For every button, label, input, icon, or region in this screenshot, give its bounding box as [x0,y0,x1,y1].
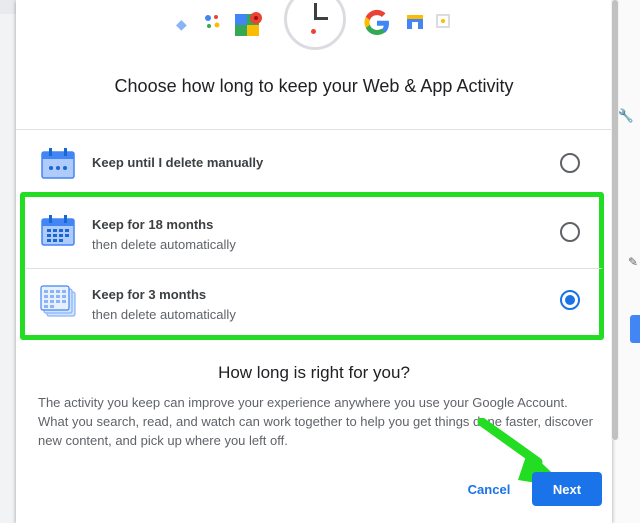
photo-icon [436,14,450,31]
option-sublabel: then delete automatically [92,237,236,252]
hero-illustration: ◆ [16,0,612,60]
edit-icon: ✎ [627,255,638,269]
dialog-title: Choose how long to keep your Web & App A… [114,76,514,96]
tag-icon: ◆ [176,16,187,32]
option-keep-3-months[interactable]: Keep for 3 months then delete automatica… [36,273,592,337]
cancel-button[interactable]: Cancel [456,474,522,504]
google-icon [362,8,392,41]
option-label: Keep until I delete manually [92,155,264,170]
divider [16,129,612,130]
store-icon [406,14,424,33]
wrench-icon: 🔧 [617,108,634,123]
scrollbar[interactable] [611,0,619,440]
option-keep-18-months[interactable]: Keep for 18 months then delete automatic… [36,203,592,267]
clock-icon [284,0,346,50]
scrollbar-thumb[interactable] [612,0,618,440]
option-label: Keep for 18 months [92,217,214,232]
radio-button-selected[interactable] [560,290,580,310]
calendar-icon [40,146,76,180]
radio-button[interactable] [560,222,580,242]
calendar-stack-icon [40,283,76,317]
assistant-icon [204,14,222,33]
option-keep-manual[interactable]: Keep until I delete manually [36,140,592,190]
option-label: Keep for 3 months [92,287,207,302]
section-heading: How long is right for you? [218,363,410,382]
radio-button[interactable] [560,153,580,173]
maps-icon [234,10,264,43]
option-sublabel: then delete automatically [92,307,236,322]
calendar-icon [40,213,76,247]
divider [26,268,602,269]
background-blue-tab [630,315,640,343]
next-button[interactable]: Next [532,472,602,506]
retention-dialog: ◆ Choose how long to keep your Web & App… [16,0,612,523]
